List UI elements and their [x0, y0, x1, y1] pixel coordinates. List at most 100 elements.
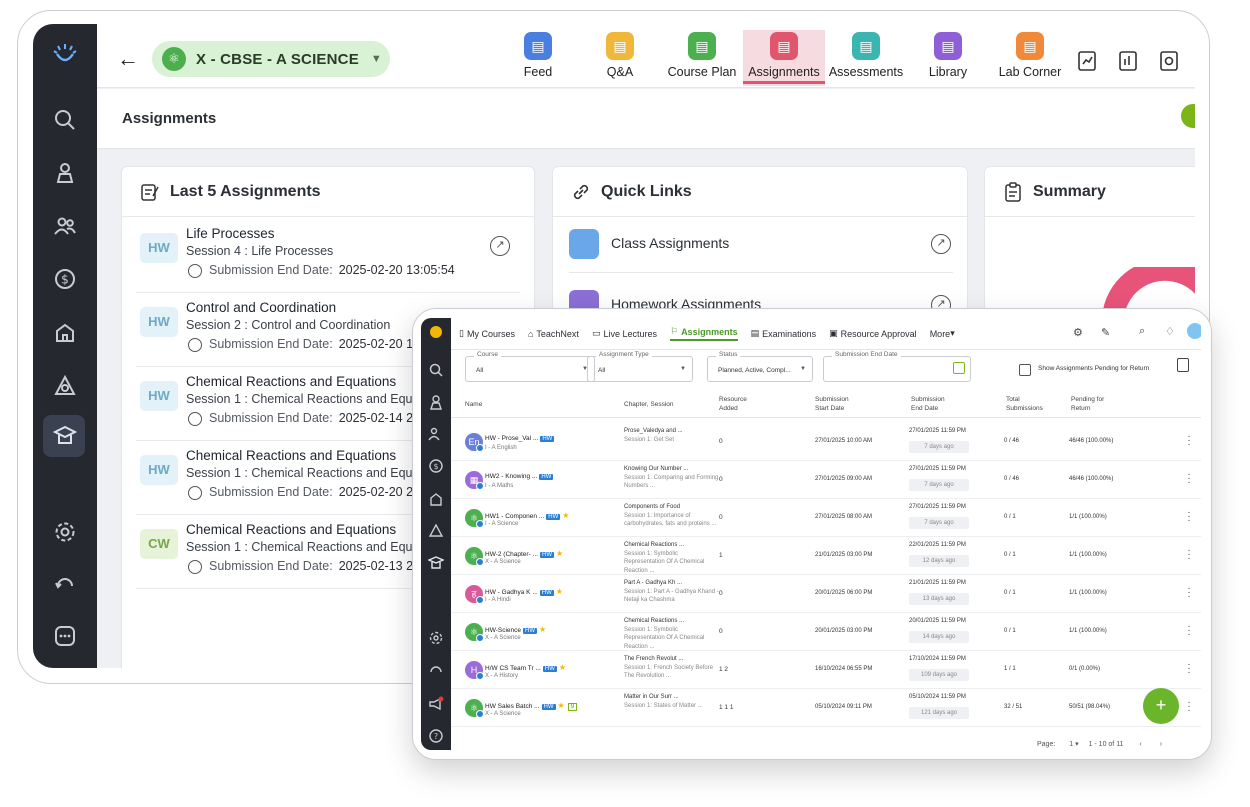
tools-icon[interactable]: ✎	[1101, 326, 1110, 339]
kebab-menu-icon[interactable]: · · ·	[1187, 660, 1191, 678]
nav-library[interactable]: ▤ Library	[907, 30, 989, 86]
tab-assignments[interactable]: ⚐ Assignments	[669, 326, 738, 341]
kebab-menu-icon[interactable]: · · ·	[1187, 432, 1191, 450]
ai-icon[interactable]: ⚙	[1073, 326, 1083, 339]
tab-my-courses[interactable]: ▯ My Courses	[459, 328, 515, 339]
tab-more[interactable]: More ▾	[930, 328, 955, 339]
table-row[interactable]: ▦ HW2 - Knowing ... HW I - A Maths Knowing O…	[451, 461, 1201, 499]
quick-link-item[interactable]: Class Assignments ↗	[569, 217, 953, 273]
kebab-menu-icon[interactable]: · · ·	[1187, 508, 1191, 526]
submission-start: 27/01/2025 08:00 AM	[815, 514, 873, 520]
assignment-name[interactable]: HW Sales Batch ... HW ★ 9	[485, 701, 578, 711]
chevron-down-icon: ▾	[950, 328, 955, 338]
end-date-filter[interactable]: Submission End Date	[823, 351, 971, 382]
export-icon[interactable]	[1177, 358, 1189, 372]
back-arrow-icon[interactable]: ←	[117, 46, 139, 72]
assignment-name[interactable]: HW-Science HW ★	[485, 625, 546, 634]
announcement-icon[interactable]	[428, 696, 444, 712]
class-selector[interactable]: ⚛ X - CBSE - A SCIENCE ▼	[152, 41, 390, 77]
kebab-menu-icon[interactable]: · · ·	[1187, 470, 1191, 488]
assignment-name[interactable]: HW - Gadhya K ... HW ★	[485, 587, 563, 596]
nav-q-a[interactable]: ▤ Q&A	[579, 30, 661, 86]
tab-examinations[interactable]: ▤ Examinations	[751, 328, 817, 339]
table-row[interactable]: H H/W CS Team Tr ... HW ★ X - A History The F…	[451, 651, 1201, 689]
assignment-name[interactable]: HW2 - Knowing ... HW	[485, 473, 554, 480]
table-row[interactable]: ⚛ HW Sales Batch ... HW ★ 9 X - A Science Matt…	[451, 689, 1201, 727]
search-icon[interactable]: ⌕	[1139, 325, 1145, 338]
svg-text:?: ?	[434, 732, 438, 741]
search-icon[interactable]	[428, 362, 444, 378]
sync-icon[interactable]	[53, 572, 77, 596]
svg-text:$: $	[433, 462, 438, 471]
tab-icon: ▭	[591, 328, 601, 338]
add-assignment-button[interactable]: +	[1143, 688, 1179, 724]
more-icon[interactable]	[53, 624, 77, 648]
table-row[interactable]: ⚛ HW1 - Componen ... HW ★ I - A Science Compo…	[451, 499, 1201, 537]
nav-course-plan[interactable]: ▤ Course Plan	[661, 30, 743, 86]
assignment-type-badge: CW	[140, 529, 178, 559]
chapter-text: Part A - Gadhya Kh ...	[624, 580, 683, 586]
teacher-icon[interactable]	[427, 555, 445, 571]
submission-end: 27/01/2025 11:59 PM	[909, 466, 966, 472]
users-icon[interactable]	[53, 214, 77, 238]
pending-return-checkbox[interactable]	[1019, 364, 1031, 376]
open-arrow-icon[interactable]: ↗	[490, 236, 510, 256]
settings-icon[interactable]	[53, 520, 77, 544]
settings-icon[interactable]	[428, 630, 444, 646]
clock-icon	[188, 412, 202, 426]
kebab-menu-icon[interactable]: · · ·	[1187, 622, 1191, 640]
calendar-icon[interactable]	[953, 362, 965, 374]
teacher-icon[interactable]	[52, 424, 78, 448]
tab-live-lectures[interactable]: ▭ Live Lectures	[592, 328, 657, 339]
pager-page[interactable]: 1	[1069, 741, 1073, 748]
student-icon[interactable]	[428, 394, 444, 410]
assignment-name[interactable]: H/W CS Team Tr ... HW ★	[485, 663, 566, 672]
assignment-type-filter[interactable]: Assignment Type All ▼	[587, 351, 693, 382]
chapter-session: Part A - Gadhya Kh ... Session 1: Part A …	[624, 579, 719, 605]
bell-icon[interactable]: ♢	[1165, 325, 1175, 338]
next-page-icon[interactable]: ›	[1160, 741, 1162, 748]
assignment-name[interactable]: HW - Prose_Val ... HW	[485, 435, 555, 442]
nav-lab-corner[interactable]: ▤ Lab Corner	[989, 30, 1071, 86]
kebab-menu-icon[interactable]: · · ·	[1187, 698, 1191, 716]
table-row[interactable]: ⚛ HW-2 (Chapter- ... HW ★ X - A Science Chemi…	[451, 537, 1201, 575]
tab-teachnext[interactable]: ⌂ TeachNext	[528, 329, 579, 339]
submission-start: 20/01/2025 06:00 PM	[815, 590, 873, 596]
nav-assignments[interactable]: ▤ Assignments	[743, 30, 825, 86]
tab-resource-approval[interactable]: ▣ Resource Approval	[829, 328, 917, 339]
table-row[interactable]: ⚛ HW-Science HW ★ X - A Science Chemical Reac…	[451, 613, 1201, 651]
device-settings-icon[interactable]	[1158, 50, 1180, 72]
kebab-menu-icon[interactable]: · · ·	[1187, 546, 1191, 564]
kebab-menu-icon[interactable]: · · ·	[1187, 584, 1191, 602]
groups-icon[interactable]	[428, 523, 444, 539]
prev-page-icon[interactable]: ‹	[1139, 741, 1141, 748]
users-icon[interactable]	[428, 426, 444, 442]
groups-icon[interactable]	[53, 374, 77, 398]
fees-icon[interactable]: $	[53, 267, 77, 291]
assignment-name[interactable]: HW-2 (Chapter- ... HW ★	[485, 549, 563, 558]
status-filter[interactable]: Status Planned, Active, Compl... ▼	[707, 351, 813, 382]
school-icon[interactable]	[428, 491, 444, 507]
nav-assessments[interactable]: ▤ Assessments	[825, 30, 907, 86]
pending-for-return: 1/1 (100.00%)	[1069, 552, 1107, 558]
session-text: Session 1: Comparing and Forming Numbers…	[624, 474, 719, 490]
student-icon[interactable]	[53, 160, 77, 184]
open-arrow-icon[interactable]: ↗	[931, 234, 951, 254]
fees-icon[interactable]: $	[428, 458, 444, 474]
avatar[interactable]	[1187, 323, 1201, 339]
help-icon[interactable]: ?	[428, 728, 444, 744]
days-ago-badge: 7 days ago	[909, 479, 969, 491]
report-icon[interactable]	[1076, 50, 1098, 72]
assignment-item[interactable]: HW Life Processes Session 4 : Life Process…	[136, 219, 520, 293]
assignment-name[interactable]: HW1 - Componen ... HW ★	[485, 511, 569, 520]
col-end: Submission End Date	[911, 395, 945, 413]
analytics-icon[interactable]	[1117, 50, 1139, 72]
sync-icon[interactable]	[428, 663, 444, 679]
search-icon[interactable]	[53, 108, 77, 132]
table-row[interactable]: En HW - Prose_Val ... HW I - A English Prose…	[451, 423, 1201, 461]
table-row[interactable]: ह HW - Gadhya K ... HW ★ I - A Hindi Part A -…	[451, 575, 1201, 613]
course-filter[interactable]: Course All ▼	[465, 351, 595, 382]
assignment-name-text: H/W CS Team Tr ...	[485, 665, 541, 672]
nav-feed[interactable]: ▤ Feed	[497, 30, 579, 86]
school-icon[interactable]	[53, 320, 77, 344]
